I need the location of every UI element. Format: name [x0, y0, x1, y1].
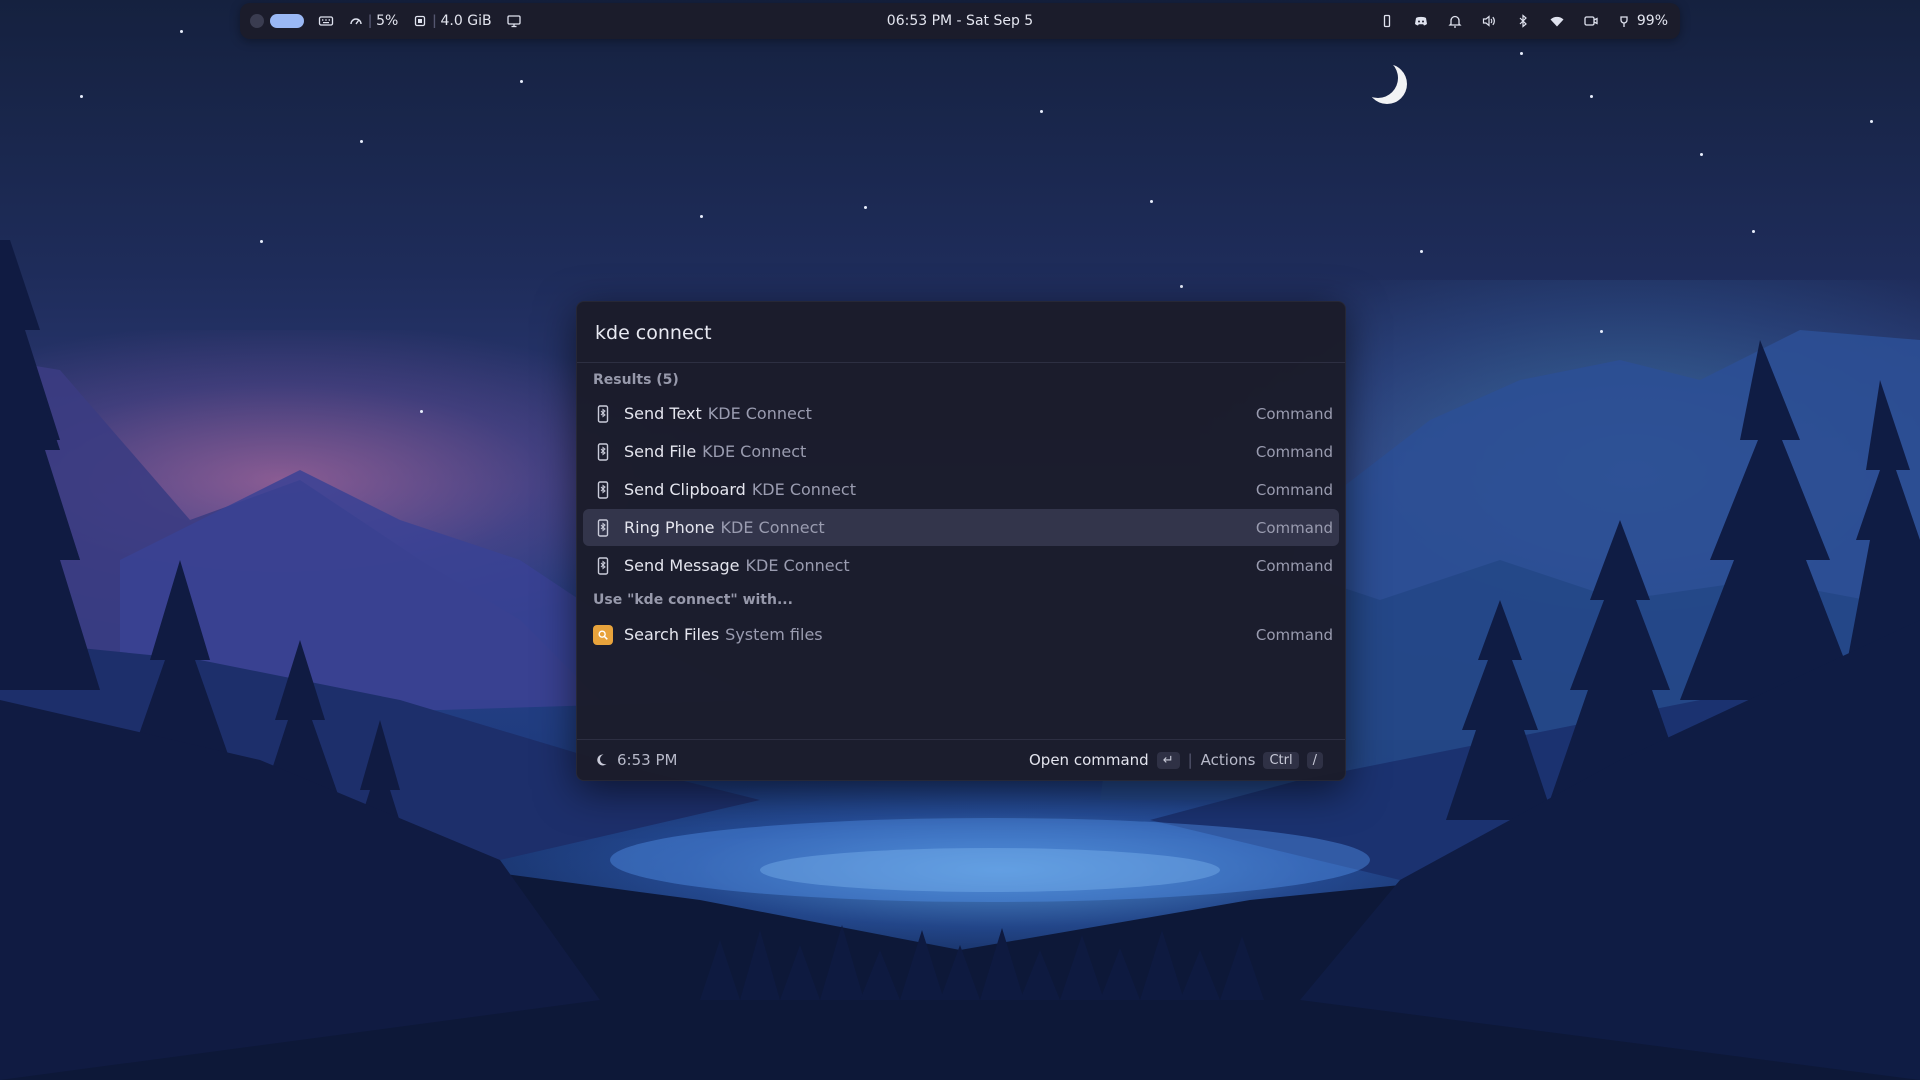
fallback-header: Use "kde connect" with... — [593, 592, 793, 608]
result-row-selected[interactable]: Ring Phone KDE Connect Command — [583, 509, 1339, 546]
search-files-icon — [593, 625, 613, 645]
result-row[interactable]: Send Clipboard KDE Connect Command — [583, 471, 1339, 508]
result-title: Ring Phone — [624, 518, 715, 537]
workspace-1[interactable] — [250, 14, 264, 28]
wifi-icon[interactable] — [1549, 13, 1565, 29]
phone-icon[interactable] — [1379, 13, 1395, 29]
fallback-subtitle: System files — [725, 625, 823, 644]
battery-value: 99% — [1636, 13, 1668, 29]
memory-indicator[interactable]: ǀ 4.0 GiB — [412, 13, 492, 29]
cpu-indicator[interactable]: ǀ 5% — [348, 13, 398, 29]
result-kind: Command — [1255, 442, 1333, 461]
phone-icon — [593, 442, 613, 462]
enter-key-hint: ↵ — [1156, 751, 1180, 769]
search-input[interactable] — [593, 314, 1317, 352]
cpu-bar: ǀ — [368, 13, 373, 29]
memory-chip-icon — [412, 13, 428, 29]
battery-plug-icon — [1617, 13, 1633, 29]
result-title: Send Text — [624, 404, 702, 423]
phone-icon — [593, 480, 613, 500]
result-subtitle: KDE Connect — [702, 442, 807, 461]
result-title: Send Message — [624, 556, 740, 575]
bell-icon[interactable] — [1447, 13, 1463, 29]
battery-indicator[interactable]: 99% — [1617, 13, 1668, 29]
slash-key-hint: / — [1306, 751, 1323, 769]
fallback-title: Search Files — [624, 625, 720, 644]
result-kind: Command — [1255, 404, 1333, 423]
launcher-window: Results (5) Send TextKDE Connect Command… — [576, 301, 1346, 781]
top-bar: ǀ 5% ǀ 4.0 GiB 06:53 PM - Sat Sep 5 99% — [240, 3, 1680, 39]
clock[interactable]: 06:53 PM - Sat Sep 5 — [887, 13, 1033, 29]
result-kind: Command — [1255, 480, 1333, 499]
result-kind: Command — [1255, 556, 1333, 575]
result-subtitle: KDE Connect — [751, 480, 856, 499]
phone-icon — [593, 404, 613, 424]
fallback-kind: Command — [1255, 625, 1333, 644]
search-bar — [577, 302, 1345, 363]
cpu-value: 5% — [376, 13, 399, 29]
result-subtitle: KDE Connect — [707, 404, 812, 423]
memory-value: 4.0 GiB — [440, 13, 492, 29]
workspace-switcher[interactable] — [250, 14, 304, 28]
phone-icon — [593, 518, 613, 538]
workspace-active[interactable] — [270, 14, 304, 28]
result-row[interactable]: Send File KDE Connect Command — [583, 433, 1339, 470]
ctrl-key-hint: Ctrl — [1263, 751, 1299, 769]
result-subtitle: KDE Connect — [745, 556, 850, 575]
keyboard-icon[interactable] — [318, 13, 334, 29]
monitor-icon[interactable] — [506, 13, 522, 29]
open-command-button[interactable]: Open command — [1029, 751, 1149, 769]
actions-button[interactable]: Actions — [1201, 751, 1256, 769]
footer-time: 6:53 PM — [617, 751, 678, 769]
bluetooth-icon[interactable] — [1515, 13, 1531, 29]
screen-record-icon[interactable] — [1583, 13, 1599, 29]
fallback-row[interactable]: Search Files System files Command — [583, 616, 1339, 653]
footer-separator: | — [1187, 751, 1193, 769]
memory-bar: ǀ — [432, 13, 437, 29]
results-header: Results (5) — [593, 372, 679, 388]
result-row[interactable]: Send Text KDE Connect Command — [583, 395, 1339, 432]
volume-icon[interactable] — [1481, 13, 1497, 29]
result-subtitle: KDE Connect — [720, 518, 825, 537]
phone-icon — [593, 556, 613, 576]
result-row[interactable]: Send Message KDE Connect Command — [583, 547, 1339, 584]
result-title: Send Clipboard — [624, 480, 746, 499]
launcher-footer: 6:53 PM Open command ↵ | Actions Ctrl / — [577, 739, 1345, 780]
result-kind: Command — [1255, 518, 1333, 537]
discord-icon[interactable] — [1413, 13, 1429, 29]
cpu-gauge-icon — [348, 13, 364, 29]
result-title: Send File — [624, 442, 697, 461]
moon-icon — [593, 752, 609, 768]
